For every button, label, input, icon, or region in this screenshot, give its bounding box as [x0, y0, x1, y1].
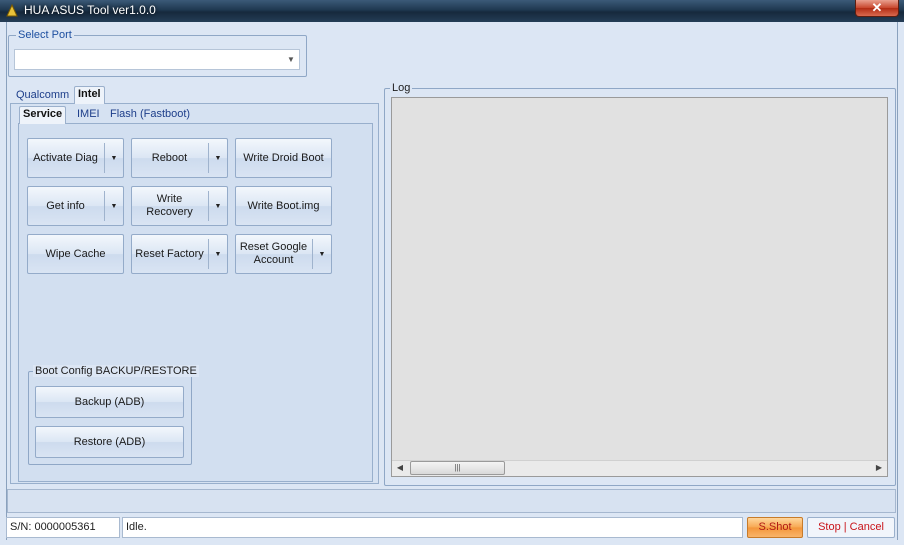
log-textarea[interactable] [391, 97, 888, 477]
tab-flash-fastboot[interactable]: Flash (Fastboot) [110, 108, 190, 120]
chevron-down-icon[interactable]: ▼ [105, 187, 123, 225]
log-label: Log [390, 82, 413, 94]
write-droid-boot-label: Write Droid Boot [243, 151, 324, 164]
serial-number-field: S/N: 0000005361 [6, 517, 120, 538]
reset-factory-label: Reset Factory [135, 247, 204, 260]
write-boot-img-button[interactable]: Write Boot.img [235, 186, 332, 226]
tab-intel[interactable]: Intel [74, 86, 105, 104]
close-button[interactable]: ✕ [855, 0, 899, 17]
chevron-down-icon[interactable]: ▼ [105, 139, 123, 177]
screenshot-button[interactable]: S.Shot [747, 517, 803, 538]
tab-qualcomm[interactable]: Qualcomm [16, 89, 69, 101]
restore-adb-label: Restore (ADB) [73, 435, 146, 448]
reboot-label: Reboot [151, 151, 188, 164]
backup-adb-label: Backup (ADB) [74, 395, 145, 408]
scroll-left-icon[interactable]: ◀ [392, 460, 408, 476]
reset-google-account-button[interactable]: Reset Google Account ▼ [235, 234, 332, 274]
stop-cancel-button[interactable]: Stop | Cancel [807, 517, 895, 538]
write-droid-boot-button[interactable]: Write Droid Boot [235, 138, 332, 178]
chevron-down-icon[interactable]: ▼ [313, 235, 331, 273]
reset-google-account-label: Reset Google Account [239, 241, 308, 266]
status-message: Idle. [122, 517, 743, 538]
reboot-button[interactable]: Reboot ▼ [131, 138, 228, 178]
scrollbar-thumb[interactable]: ||| [410, 461, 505, 475]
chevron-down-icon[interactable]: ▼ [209, 139, 227, 177]
scroll-right-icon[interactable]: ▶ [871, 460, 887, 476]
wipe-cache-button[interactable]: Wipe Cache [27, 234, 124, 274]
get-info-button[interactable]: Get info ▼ [27, 186, 124, 226]
write-recovery-button[interactable]: Write Recovery ▼ [131, 186, 228, 226]
tab-imei[interactable]: IMEI [77, 108, 100, 120]
write-recovery-label: Write Recovery [146, 193, 193, 218]
chevron-down-icon[interactable]: ▼ [284, 50, 298, 69]
get-info-label: Get info [46, 199, 85, 212]
chevron-down-icon[interactable]: ▼ [209, 187, 227, 225]
window-title: HUA ASUS Tool ver1.0.0 [24, 3, 156, 17]
tab-service[interactable]: Service [19, 106, 67, 124]
app-icon [6, 4, 18, 17]
grip-icon: ||| [454, 463, 461, 472]
close-icon: ✕ [871, 0, 883, 15]
port-select[interactable] [14, 49, 300, 70]
progress-bar [7, 489, 896, 513]
wipe-cache-label: Wipe Cache [45, 247, 106, 260]
write-boot-img-label: Write Boot.img [247, 199, 320, 212]
chevron-down-icon[interactable]: ▼ [209, 235, 227, 273]
activate-diag-button[interactable]: Activate Diag ▼ [27, 138, 124, 178]
select-port-label: Select Port [16, 29, 74, 41]
boot-config-label: Boot Config BACKUP/RESTORE [33, 365, 199, 377]
reset-factory-button[interactable]: Reset Factory ▼ [131, 234, 228, 274]
restore-adb-button[interactable]: Restore (ADB) [35, 426, 184, 458]
backup-adb-button[interactable]: Backup (ADB) [35, 386, 184, 418]
activate-diag-label: Activate Diag [33, 151, 98, 164]
